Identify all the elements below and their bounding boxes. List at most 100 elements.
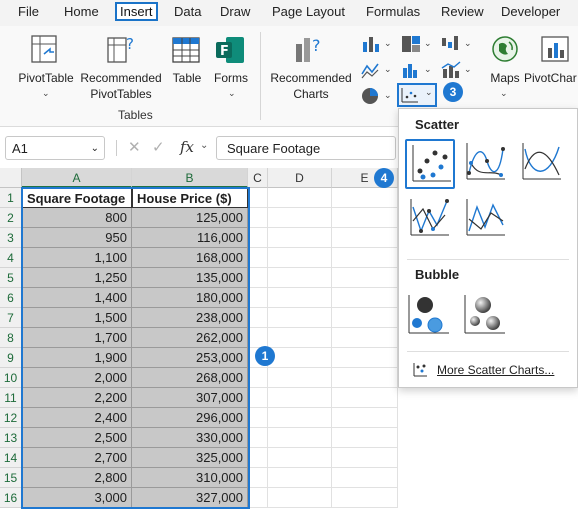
bubble-option[interactable]: [405, 291, 455, 341]
maps-button[interactable]: [490, 34, 520, 64]
row-header[interactable]: 10: [0, 368, 22, 388]
table-header-cell[interactable]: House Price ($): [132, 188, 248, 208]
tab-developer[interactable]: Developer: [501, 4, 560, 19]
column-header-d[interactable]: D: [268, 168, 332, 188]
chevron-down-icon[interactable]: ⌄: [425, 87, 433, 98]
empty-cell[interactable]: [268, 368, 332, 388]
empty-cell[interactable]: [332, 408, 398, 428]
chevron-down-icon[interactable]: ⌄: [464, 38, 472, 49]
empty-cell[interactable]: [332, 348, 398, 368]
name-box[interactable]: A1 ⌄: [5, 136, 105, 160]
empty-cell[interactable]: [248, 448, 268, 468]
empty-cell[interactable]: [332, 228, 398, 248]
empty-cell[interactable]: [268, 408, 332, 428]
empty-cell[interactable]: [248, 268, 268, 288]
table-button[interactable]: [170, 34, 204, 68]
row-header[interactable]: 16: [0, 488, 22, 508]
empty-cell[interactable]: [268, 268, 332, 288]
table-cell[interactable]: 296,000: [132, 408, 248, 428]
empty-cell[interactable]: [248, 468, 268, 488]
forms-button[interactable]: F: [214, 34, 248, 68]
table-cell[interactable]: 2,800: [22, 468, 132, 488]
empty-cell[interactable]: [332, 448, 398, 468]
table-cell[interactable]: 330,000: [132, 428, 248, 448]
row-header[interactable]: 9: [0, 348, 22, 368]
table-cell[interactable]: 1,900: [22, 348, 132, 368]
scatter-smooth-lines-option[interactable]: [517, 139, 567, 189]
chevron-down-icon[interactable]: ⌄: [500, 88, 508, 99]
tab-review[interactable]: Review: [441, 4, 484, 19]
empty-cell[interactable]: [268, 228, 332, 248]
table-cell[interactable]: 253,000: [132, 348, 248, 368]
enter-icon[interactable]: ✓: [152, 138, 165, 156]
table-header-cell[interactable]: Square Footage: [22, 188, 132, 208]
table-cell[interactable]: 2,200: [22, 388, 132, 408]
chevron-down-icon[interactable]: ⌄: [424, 64, 432, 75]
table-cell[interactable]: 238,000: [132, 308, 248, 328]
chevron-down-icon[interactable]: ⌄: [42, 88, 50, 99]
empty-cell[interactable]: [268, 308, 332, 328]
row-header[interactable]: 8: [0, 328, 22, 348]
row-header[interactable]: 2: [0, 208, 22, 228]
column-header-b[interactable]: B: [132, 168, 248, 188]
empty-cell[interactable]: [332, 288, 398, 308]
row-header[interactable]: 12: [0, 408, 22, 428]
tab-draw[interactable]: Draw: [220, 4, 250, 19]
table-cell[interactable]: 307,000: [132, 388, 248, 408]
formula-input[interactable]: Square Footage: [216, 136, 396, 160]
scatter-smooth-markers-option[interactable]: [461, 139, 511, 189]
empty-cell[interactable]: [268, 288, 332, 308]
table-cell[interactable]: 2,000: [22, 368, 132, 388]
chevron-down-icon[interactable]: ⌄: [91, 137, 99, 161]
chevron-down-icon[interactable]: ⌄: [384, 64, 392, 75]
table-cell[interactable]: 2,500: [22, 428, 132, 448]
empty-cell[interactable]: [332, 328, 398, 348]
pivottable-button[interactable]: [28, 34, 62, 68]
tab-formulas[interactable]: Formulas: [366, 4, 420, 19]
empty-cell[interactable]: [268, 328, 332, 348]
scatter-markers-only-option[interactable]: [405, 139, 455, 189]
empty-cell[interactable]: [268, 448, 332, 468]
tab-page-layout[interactable]: Page Layout: [272, 4, 345, 19]
empty-cell[interactable]: [248, 248, 268, 268]
empty-cell[interactable]: [248, 188, 268, 208]
empty-cell[interactable]: [268, 348, 332, 368]
chevron-down-icon[interactable]: ⌄: [464, 64, 472, 75]
empty-cell[interactable]: [248, 368, 268, 388]
table-cell[interactable]: 2,400: [22, 408, 132, 428]
table-cell[interactable]: 325,000: [132, 448, 248, 468]
tab-home[interactable]: Home: [64, 4, 99, 19]
table-cell[interactable]: 125,000: [132, 208, 248, 228]
row-header[interactable]: 5: [0, 268, 22, 288]
table-cell[interactable]: 327,000: [132, 488, 248, 508]
table-cell[interactable]: 800: [22, 208, 132, 228]
recommended-charts-button[interactable]: ?: [292, 34, 328, 68]
chevron-down-icon[interactable]: ⌄: [424, 38, 432, 49]
chevron-down-icon[interactable]: ⌄: [200, 140, 208, 151]
table-cell[interactable]: 1,250: [22, 268, 132, 288]
empty-cell[interactable]: [332, 488, 398, 508]
tab-file[interactable]: File: [18, 4, 39, 19]
pivotchart-button[interactable]: [540, 34, 574, 64]
empty-cell[interactable]: [332, 308, 398, 328]
scatter-chart-button[interactable]: ⌄: [397, 83, 437, 107]
row-header[interactable]: 11: [0, 388, 22, 408]
empty-cell[interactable]: [268, 468, 332, 488]
empty-cell[interactable]: [248, 428, 268, 448]
table-cell[interactable]: 1,700: [22, 328, 132, 348]
table-cell[interactable]: 135,000: [132, 268, 248, 288]
more-scatter-charts-label[interactable]: More Scatter Charts...: [437, 363, 554, 377]
recommended-pivottables-button[interactable]: ?: [104, 34, 138, 68]
scatter-straight-markers-option[interactable]: [405, 195, 455, 245]
empty-cell[interactable]: [332, 428, 398, 448]
empty-cell[interactable]: [248, 408, 268, 428]
empty-cell[interactable]: [332, 388, 398, 408]
row-header[interactable]: 1: [0, 188, 22, 208]
empty-cell[interactable]: [268, 248, 332, 268]
table-cell[interactable]: 268,000: [132, 368, 248, 388]
table-cell[interactable]: 262,000: [132, 328, 248, 348]
row-header[interactable]: 6: [0, 288, 22, 308]
empty-cell[interactable]: [332, 368, 398, 388]
tab-data[interactable]: Data: [174, 4, 201, 19]
table-cell[interactable]: 2,700: [22, 448, 132, 468]
